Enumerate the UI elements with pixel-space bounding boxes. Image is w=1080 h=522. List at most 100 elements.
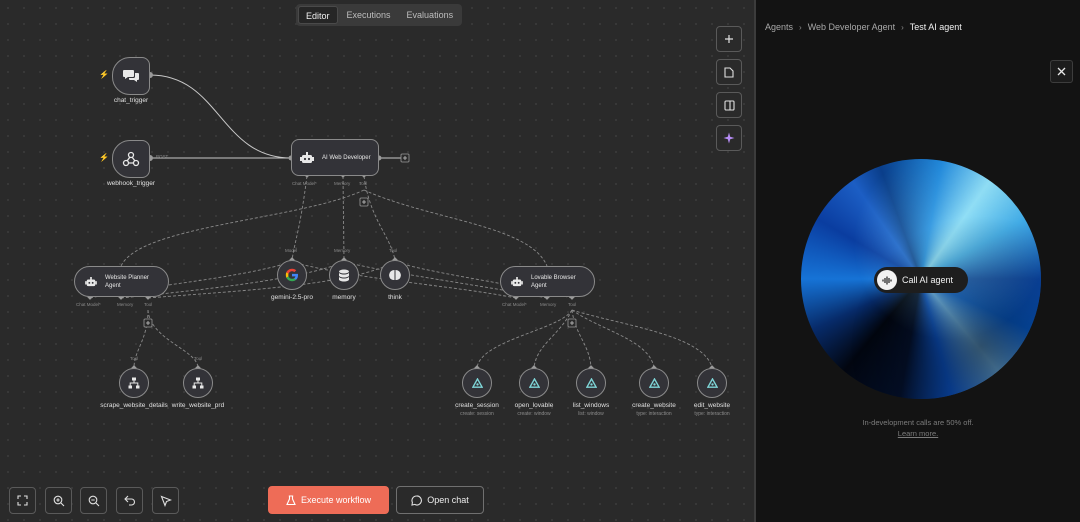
toggle-panel-button[interactable] (716, 92, 742, 118)
create-session-sub: create: session (460, 411, 494, 417)
webhook-port-label: POST (156, 154, 169, 159)
create-website-node[interactable] (639, 368, 669, 398)
selection-tool-button[interactable] (152, 487, 179, 514)
sticky-note-button[interactable] (716, 59, 742, 85)
ai-assistant-button[interactable] (716, 125, 742, 151)
connection-lovable-edit (571, 309, 713, 369)
chat-trigger-node[interactable] (112, 57, 150, 95)
plus-icon (725, 35, 733, 43)
chat-bubble-icon (411, 494, 423, 506)
connection-lovable-open (533, 309, 573, 369)
think-label: think (388, 294, 402, 301)
add-node-button[interactable] (716, 26, 742, 52)
undo-icon (123, 495, 135, 506)
tab-executions[interactable]: Executions (340, 6, 398, 24)
open-lovable-sub: create: window (517, 411, 551, 417)
think-port-label: Tool (389, 248, 398, 253)
scrape-label: scrape_website_details (100, 402, 168, 409)
breadcrumb-web-developer-agent[interactable]: Web Developer Agent (808, 22, 895, 32)
dev-port-chat-model: Chat Model* (292, 181, 317, 186)
memory-node[interactable] (329, 260, 359, 290)
robot-icon (85, 276, 97, 286)
gemini-label: gemini-2.5-pro (271, 294, 313, 301)
voice-wave-icon (877, 270, 897, 290)
lovable-port-memory: Memory (540, 302, 557, 307)
close-panel-button[interactable] (1050, 60, 1073, 83)
edit-website-node[interactable] (697, 368, 727, 398)
edit-website-label: edit_website (693, 402, 731, 409)
think-node[interactable] (380, 260, 410, 290)
zoom-out-button[interactable] (80, 487, 107, 514)
website-planner-agent-node[interactable]: Website Planner Agent (74, 266, 169, 297)
list-windows-node[interactable] (576, 368, 606, 398)
create-session-node[interactable] (462, 368, 492, 398)
ai-web-developer-node[interactable]: AI Web Developer (291, 139, 379, 176)
lovable-browser-agent-node[interactable]: Lovable Browser Agent (500, 266, 595, 297)
breadcrumb-agents[interactable]: Agents (765, 22, 793, 32)
prd-port-label: Tool (194, 356, 203, 361)
robot-icon (300, 151, 314, 163)
scrape-website-details-node[interactable] (119, 368, 149, 398)
connection-dev-tool-lovable (363, 189, 548, 267)
create-website-label: create_website (632, 402, 676, 409)
open-chat-label: Open chat (427, 495, 469, 505)
zoom-out-icon (88, 495, 99, 506)
tab-evaluations[interactable]: Evaluations (400, 6, 461, 24)
close-icon (1057, 67, 1066, 76)
execute-workflow-label: Execute workflow (300, 495, 372, 505)
brain-icon (389, 270, 401, 280)
browserbase-icon (585, 377, 597, 388)
chevron-right-icon: › (901, 22, 904, 32)
cursor-icon (160, 495, 172, 507)
fit-view-icon (17, 495, 28, 506)
browserbase-icon (528, 377, 540, 388)
open-lovable-node[interactable] (519, 368, 549, 398)
planner-port-tool: Tool (144, 302, 153, 307)
gemini-port-label: Model (285, 248, 298, 253)
open-chat-button[interactable]: Open chat (396, 486, 484, 514)
google-icon (285, 268, 298, 282)
note-icon (724, 66, 734, 78)
planner-port-memory: Memory (117, 302, 134, 307)
panel-icon (723, 99, 735, 111)
workflow-canvas[interactable]: Editor Executions Evaluations ⚡ chat_tri… (0, 0, 754, 522)
chat-trigger-label: chat_trigger (113, 97, 149, 104)
learn-more-link[interactable]: Learn more. (898, 429, 938, 438)
lovable-port-tool: Tool (568, 302, 577, 307)
webhook-trigger-label: webhook_trigger (106, 180, 156, 187)
create-website-sub: type: interaction (636, 411, 672, 417)
pricing-note: In-development calls are 50% off. (862, 418, 974, 427)
connection-lovable-create-website (571, 309, 655, 369)
chat-bubbles-icon (123, 70, 139, 82)
tab-editor[interactable]: Editor (298, 6, 338, 24)
sitemap-icon (128, 377, 140, 389)
scrape-port-label: Tool (130, 356, 139, 361)
breadcrumb-test-ai-agent: Test AI agent (909, 22, 962, 32)
ai-web-developer-title: AI Web Developer (322, 154, 371, 161)
zoom-in-button[interactable] (45, 487, 72, 514)
write-website-prd-node[interactable] (183, 368, 213, 398)
undo-button[interactable] (116, 487, 143, 514)
sitemap-icon (192, 377, 204, 389)
connection-planner-prd (147, 309, 199, 369)
browserbase-icon (706, 377, 718, 388)
flask-icon (286, 494, 296, 505)
sparkle-icon (723, 132, 735, 144)
website-planner-title: Website Planner Agent (105, 274, 149, 289)
webhook-icon (122, 151, 140, 167)
open-lovable-label: open_lovable (514, 402, 554, 409)
test-agent-panel: Agents › Web Developer Agent › Test AI a… (756, 0, 1080, 522)
write-prd-label: write_website_prd (171, 402, 225, 409)
connection-chat-to-agent (149, 74, 292, 159)
call-ai-agent-button[interactable]: Call AI agent (874, 267, 968, 293)
trigger-bolt-icon: ⚡ (99, 70, 109, 79)
call-ai-agent-label: Call AI agent (902, 275, 954, 285)
connection-dev-tool-planner (120, 189, 365, 267)
webhook-trigger-node[interactable] (112, 140, 150, 178)
fit-view-button[interactable] (9, 487, 36, 514)
lovable-port-chat-model: Chat Model* (502, 302, 527, 307)
execute-workflow-button[interactable]: Execute workflow (268, 486, 389, 514)
memory-label: memory (332, 294, 356, 301)
gemini-model-node[interactable] (277, 260, 307, 290)
lovable-browser-title: Lovable Browser Agent (531, 274, 576, 289)
